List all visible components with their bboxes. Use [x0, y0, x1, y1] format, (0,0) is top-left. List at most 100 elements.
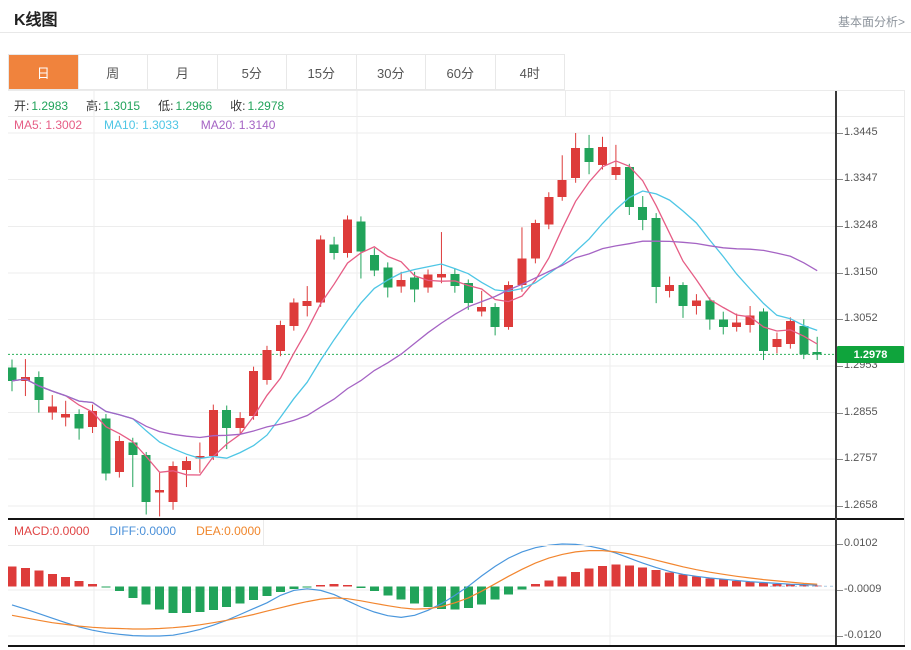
axis-tick: [837, 544, 843, 545]
axis-tick: [837, 366, 843, 367]
macd-bar: [517, 586, 526, 589]
macd-bar: [598, 566, 607, 586]
macd-strip-divider: [263, 520, 264, 545]
macd-bar: [169, 586, 178, 613]
macd-bar: [531, 584, 540, 586]
candle: [558, 180, 567, 197]
macd-bar: [303, 586, 312, 587]
candle: [598, 147, 607, 165]
candle: [531, 223, 540, 259]
candle: [75, 414, 84, 428]
macd-bar: [128, 586, 137, 598]
axis-tick: [837, 319, 843, 320]
axis-tick: [837, 413, 843, 414]
macd-bar: [625, 566, 634, 587]
candle: [679, 285, 688, 306]
macd-bar: [182, 586, 191, 613]
candle: [410, 278, 419, 290]
macd-bar: [571, 572, 580, 586]
axis-tick: [837, 590, 843, 591]
ma5-line: [12, 161, 817, 475]
macd-bar: [330, 584, 339, 586]
interval-tabs: 日周月5分15分30分60分4时: [8, 54, 565, 90]
macd-bar: [195, 586, 204, 612]
macd-bar: [316, 585, 325, 586]
macd-bar: [61, 577, 70, 586]
candle: [585, 148, 594, 162]
axis-label: 1.2658: [844, 499, 878, 511]
candle: [719, 319, 728, 327]
macd-bar: [491, 586, 500, 599]
candle: [611, 167, 620, 175]
candle: [61, 414, 70, 417]
macd-bar: [236, 586, 245, 603]
kline-canvas: [8, 91, 835, 648]
candle: [450, 274, 459, 286]
candle: [786, 321, 795, 344]
macd-bar: [88, 584, 97, 586]
candle: [343, 220, 352, 253]
candle: [222, 410, 231, 428]
tab-周[interactable]: 周: [79, 55, 149, 89]
tab-4时[interactable]: 4时: [496, 55, 565, 89]
candle: [383, 268, 392, 288]
candle: [262, 350, 271, 380]
candle: [370, 255, 379, 271]
axis-tick: [837, 459, 843, 460]
macd-item: DEA:0.0000: [196, 524, 261, 538]
axis-tick: [837, 179, 843, 180]
tab-日[interactable]: 日: [9, 55, 79, 89]
candle: [330, 244, 339, 253]
macd-bar: [289, 586, 298, 589]
tab-15分[interactable]: 15分: [287, 55, 357, 89]
candle: [571, 148, 580, 178]
candle: [813, 352, 822, 354]
axis-tick: [837, 226, 843, 227]
macd-bar: [719, 580, 728, 587]
candle: [48, 406, 57, 412]
axis-label: 1.3248: [844, 219, 878, 231]
axis-label: 1.2757: [844, 452, 878, 464]
macd-bar: [652, 570, 661, 586]
page-title: K线图: [14, 6, 58, 30]
candle: [289, 303, 298, 326]
tab-月[interactable]: 月: [148, 55, 218, 89]
title-divider: [0, 32, 911, 33]
macd-bar: [410, 586, 419, 603]
macd-item: MACD:0.0000: [14, 524, 89, 538]
candle: [477, 307, 486, 312]
candle: [397, 280, 406, 287]
candle: [692, 300, 701, 306]
macd-bar: [732, 581, 741, 586]
macd-bar: [746, 582, 755, 586]
macd-bar: [115, 586, 124, 591]
macd-bar: [249, 586, 258, 600]
macd-bar: [397, 586, 406, 599]
candle: [517, 259, 526, 286]
candle: [142, 455, 151, 502]
macd-bar: [544, 580, 553, 586]
tab-60分[interactable]: 60分: [426, 55, 496, 89]
candle: [209, 410, 218, 456]
macd-bar: [155, 586, 164, 609]
fundamental-analysis-link[interactable]: 基本面分析>: [838, 13, 905, 30]
macd-bar: [34, 571, 43, 587]
candle: [303, 301, 312, 306]
macd-bar: [424, 586, 433, 607]
macd-bar: [209, 586, 218, 610]
axis-tick: [837, 273, 843, 274]
macd-bar: [75, 581, 84, 586]
axis-label: -0.0009: [844, 583, 881, 595]
candle: [236, 418, 245, 428]
macd-bar: [611, 565, 620, 587]
tab-30分[interactable]: 30分: [357, 55, 427, 89]
axis-label: 1.2855: [844, 406, 878, 418]
candle: [665, 285, 674, 291]
tab-5分[interactable]: 5分: [218, 55, 288, 89]
macd-bar: [222, 586, 231, 607]
macd-bar: [343, 585, 352, 586]
candle: [155, 490, 164, 493]
candle: [772, 339, 781, 347]
macd-strip-border: [8, 545, 835, 546]
candle: [8, 368, 17, 381]
